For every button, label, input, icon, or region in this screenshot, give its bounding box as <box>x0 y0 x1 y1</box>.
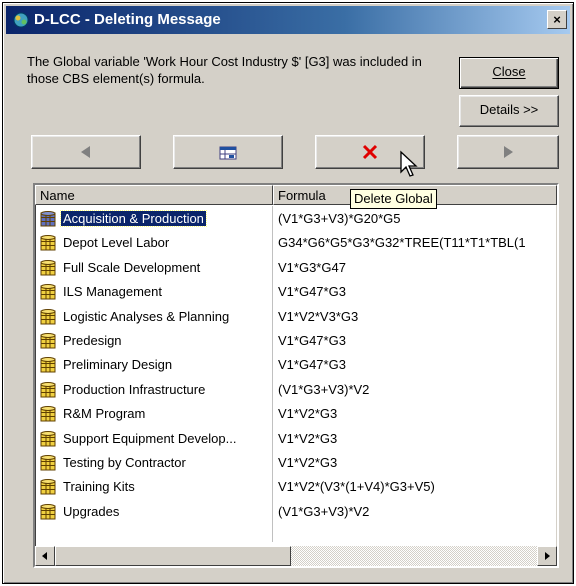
table-row[interactable]: Training Kits V1*V2*(V3*(1+V4)*G3+V5) <box>35 475 555 499</box>
row-name-cell: Preliminary Design <box>37 356 269 374</box>
row-name-cell: Testing by Contractor <box>37 454 269 472</box>
dlcc-app-icon <box>13 12 29 28</box>
previous-button[interactable] <box>31 135 141 169</box>
row-formula: V1*V2*G3 <box>278 455 338 470</box>
row-name-cell: Upgrades <box>37 503 269 521</box>
table-icon <box>219 146 237 160</box>
horizontal-scrollbar[interactable] <box>35 546 557 566</box>
row-name-cell: Predesign <box>37 332 269 350</box>
row-name-cell: Depot Level Labor <box>37 234 269 252</box>
row-formula: V1*V2*(V3*(1+V4)*G3+V5) <box>278 479 435 495</box>
scroll-right-arrow-icon <box>545 552 550 560</box>
row-name: Support Equipment Develop... <box>63 430 237 446</box>
mouse-pointer-icon <box>400 150 418 177</box>
row-name-cell: Production Infrastructure <box>37 381 269 399</box>
row-formula: V1*V2*G3 <box>278 406 338 422</box>
scroll-track[interactable] <box>291 546 537 566</box>
table-row[interactable]: Depot Level Labor G34*G6*G5*G3*G32*TREE(T… <box>35 231 555 255</box>
table-row[interactable]: Support Equipment Develop... V1*V2*G3 <box>35 427 555 451</box>
table-row[interactable]: Full Scale Development V1*G3*G47 <box>35 256 555 280</box>
database-icon <box>40 308 56 325</box>
row-name-cell: Full Scale Development <box>37 259 269 277</box>
left-arrow-icon <box>81 146 90 158</box>
delete-global-tooltip: Delete Global <box>350 189 437 209</box>
row-name: Testing by Contractor <box>63 455 186 470</box>
row-name: Full Scale Development <box>63 259 201 275</box>
details-button[interactable]: Details >> <box>459 95 559 127</box>
right-arrow-icon <box>504 146 513 158</box>
row-name-cell: Training Kits <box>37 478 269 496</box>
row-formula: (V1*G3+V3)*V2 <box>278 503 370 519</box>
title-bar[interactable]: D-LCC - Deleting Message × <box>6 6 570 34</box>
row-name: Depot Level Labor <box>63 235 170 251</box>
row-name: Acquisition & Production <box>60 210 207 227</box>
database-icon <box>40 406 56 422</box>
close-button[interactable]: Close <box>459 57 559 89</box>
row-formula: V1*V2*V3*G3 <box>278 308 359 324</box>
deletion-message: The Global variable 'Work Hour Cost Indu… <box>27 54 422 86</box>
row-name: ILS Management <box>63 284 163 300</box>
deleting-message-dialog: D-LCC - Deleting Message × The Global va… <box>2 2 574 584</box>
database-icon <box>40 455 56 471</box>
database-icon <box>40 284 56 300</box>
row-name: Upgrades <box>63 503 120 519</box>
table-row[interactable]: R&M Program V1*V2*G3 <box>35 402 555 426</box>
database-icon <box>40 235 56 251</box>
row-name: Predesign <box>63 333 122 348</box>
table-row[interactable]: Acquisition & Production (V1*G3+V3)*G20*G… <box>35 207 555 231</box>
scroll-left-arrow-icon <box>42 552 47 560</box>
close-button-label: Close <box>492 64 526 79</box>
row-name-cell: Support Equipment Develop... <box>37 430 269 448</box>
table-row[interactable]: Preliminary Design V1*G47*G3 <box>35 353 555 377</box>
row-name: Preliminary Design <box>63 357 173 373</box>
row-name: Training Kits <box>63 479 135 495</box>
row-name-cell: R&M Program <box>37 405 269 423</box>
database-icon <box>40 381 56 398</box>
row-formula: V1*G47*G3 <box>278 333 346 348</box>
database-icon <box>40 430 56 447</box>
scroll-right-button[interactable] <box>537 546 557 566</box>
table-row[interactable]: Logistic Analyses & Planning V1*V2*V3*G3 <box>35 305 555 329</box>
database-icon <box>40 211 56 227</box>
row-formula: V1*G3*G47 <box>278 259 346 275</box>
table-row[interactable]: Predesign V1*G47*G3 <box>35 329 555 353</box>
database-icon <box>40 333 56 349</box>
table-row[interactable]: ILS Management V1*G47*G3 <box>35 280 555 304</box>
table-view-button[interactable] <box>173 135 283 169</box>
row-formula: (V1*G3+V3)*V2 <box>278 381 370 397</box>
row-name: Logistic Analyses & Planning <box>63 308 230 324</box>
details-button-label: Details >> <box>479 102 539 117</box>
table-row[interactable]: Production Infrastructure (V1*G3+V3)*V2 <box>35 378 555 402</box>
row-formula: V1*V2*G3 <box>278 430 338 446</box>
scroll-left-button[interactable] <box>35 546 55 566</box>
scroll-thumb[interactable] <box>55 546 291 566</box>
window-title: D-LCC - Deleting Message <box>34 11 221 28</box>
database-icon <box>40 259 56 276</box>
database-icon <box>40 357 56 373</box>
cbs-element-list[interactable]: Name Formula Acquisition & Production (V1… <box>33 183 559 568</box>
list-header: Name Formula <box>35 185 557 206</box>
row-name-cell: Acquisition & Production <box>37 210 269 228</box>
row-formula: V1*G47*G3 <box>278 357 346 373</box>
next-button[interactable] <box>457 135 559 169</box>
row-formula: (V1*G3+V3)*G20*G5 <box>278 211 401 226</box>
row-name: Production Infrastructure <box>63 381 206 397</box>
row-name: R&M Program <box>63 406 146 422</box>
row-name-cell: Logistic Analyses & Planning <box>37 308 269 326</box>
row-name-cell: ILS Management <box>37 283 269 301</box>
database-icon <box>40 503 56 520</box>
window-close-button[interactable]: × <box>547 10 567 29</box>
table-row[interactable]: Testing by Contractor V1*V2*G3 <box>35 451 555 475</box>
row-formula: G34*G6*G5*G3*G32*TREE(T11*T1*TBL(1 <box>278 235 526 251</box>
database-icon <box>40 479 56 495</box>
column-header-name[interactable]: Name <box>35 185 273 205</box>
table-row[interactable]: Upgrades (V1*G3+V3)*V2 <box>35 500 555 524</box>
row-formula: V1*G47*G3 <box>278 284 346 300</box>
red-x-icon <box>362 144 378 160</box>
